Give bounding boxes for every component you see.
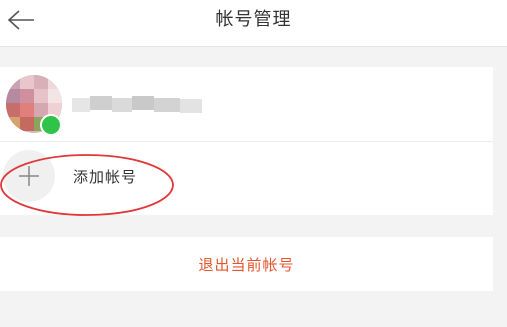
current-account-item[interactable] xyxy=(0,67,493,142)
annotation-highlight-ellipse xyxy=(0,154,174,216)
online-badge-icon xyxy=(40,114,62,136)
account-name-obscured xyxy=(66,89,206,119)
page-title: 帐号管理 xyxy=(215,9,292,30)
back-arrow-icon xyxy=(7,10,34,30)
top-bar: 帐号管理 xyxy=(0,0,507,47)
logout-button[interactable]: 退出当前帐号 xyxy=(0,237,507,291)
logout-label: 退出当前帐号 xyxy=(198,255,295,274)
back-button[interactable] xyxy=(4,6,38,34)
